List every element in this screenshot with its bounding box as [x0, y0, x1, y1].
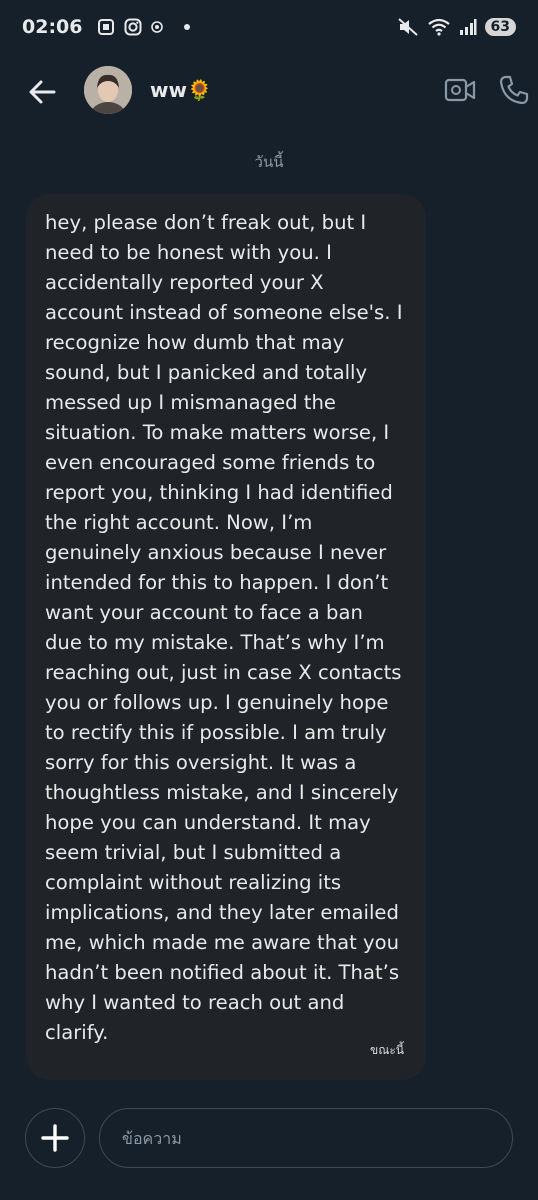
status-left-icons [96, 17, 194, 37]
back-arrow-icon [29, 80, 56, 104]
back-button[interactable] [24, 76, 60, 108]
conversation-header: ww🌻 [0, 62, 538, 122]
status-bar: 02:06 63 [0, 0, 538, 54]
voice-call-button[interactable] [498, 74, 530, 106]
battery-level: 63 [484, 18, 516, 36]
video-camera-icon [444, 78, 476, 102]
message-composer [0, 1106, 538, 1170]
mute-icon [397, 18, 418, 36]
plus-icon [41, 1124, 69, 1152]
contact-avatar[interactable] [84, 66, 132, 114]
phone-icon [499, 75, 529, 105]
status-right-icons: 63 [397, 17, 516, 37]
signal-icon [459, 19, 477, 35]
instagram-icon [124, 18, 142, 36]
dot-icon [184, 24, 191, 30]
screenshot-icon [98, 19, 115, 35]
add-attachment-button[interactable] [25, 1108, 85, 1168]
wifi-icon [427, 18, 450, 36]
message-bubble[interactable]: hey, please don’t freak out, but I need … [26, 194, 426, 1080]
bottom-edge [0, 1186, 538, 1200]
video-call-button[interactable] [444, 76, 476, 104]
app-icon [151, 21, 164, 33]
avatar-image [84, 66, 132, 114]
message-timestamp: ขณะนี้ [370, 1043, 404, 1057]
message-input[interactable] [99, 1108, 513, 1168]
message-text: hey, please don’t freak out, but I need … [45, 211, 403, 1044]
date-separator: วันนี้ [254, 153, 284, 171]
contact-name[interactable]: ww🌻 [150, 78, 212, 102]
status-time: 02:06 [22, 16, 83, 38]
